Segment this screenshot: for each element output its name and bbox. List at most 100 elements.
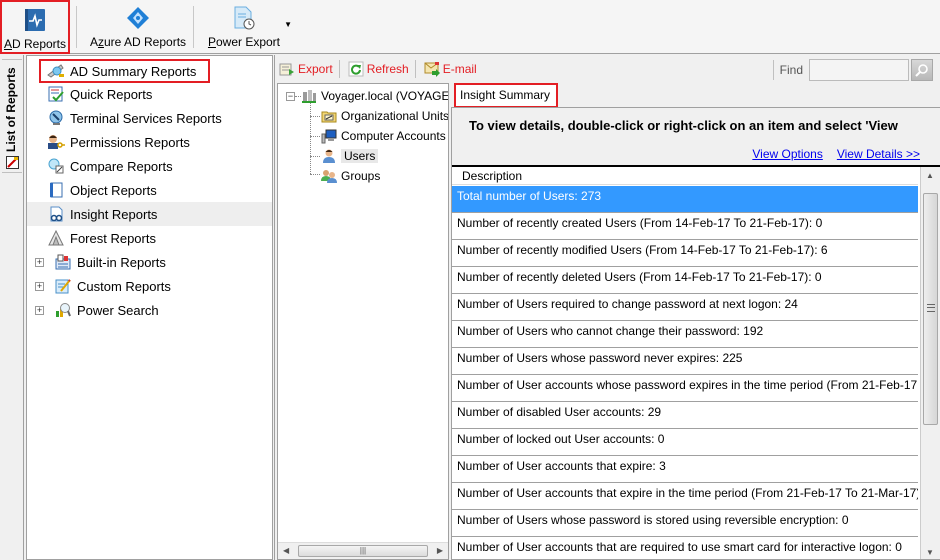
actions-toolbar: Export Refresh E-mail Find <box>275 55 940 83</box>
scroll-right-icon[interactable]: ▶ <box>437 546 443 555</box>
toolbar-separator <box>414 60 416 78</box>
report-item-label: Built-in Reports <box>77 254 166 270</box>
scrollbar-thumb[interactable]: ||| <box>298 545 428 557</box>
report-item-permissions[interactable]: Permissions Reports <box>27 130 272 154</box>
tree-line <box>310 102 311 174</box>
group-icon <box>321 170 337 183</box>
email-button[interactable]: E-mail <box>424 61 477 77</box>
azure-label: ure AD Reports <box>103 35 187 49</box>
tree-node-label: Users <box>341 149 379 163</box>
forest-icon <box>47 229 65 247</box>
tree-node-label: Voyager.local (VOYAGER) <box>321 89 449 103</box>
find-button[interactable] <box>911 59 933 81</box>
export-button[interactable]: Export <box>279 61 333 77</box>
table-row[interactable]: Number of User accounts that are require… <box>452 537 918 559</box>
report-item-built-in[interactable]: + Built-in Reports <box>27 250 272 274</box>
search-icon <box>915 64 928 77</box>
expand-icon[interactable]: + <box>35 305 44 315</box>
tree-node-ous[interactable]: Organizational Units <box>321 106 449 126</box>
scrollbar-thumb[interactable] <box>923 193 938 425</box>
ad-reports-icon <box>25 9 45 31</box>
refresh-button[interactable]: Refresh <box>348 61 409 77</box>
table-row[interactable]: Number of disabled User accounts: 29 <box>452 402 918 429</box>
report-item-object[interactable]: Object Reports <box>27 178 272 202</box>
report-item-terminal-services[interactable]: Terminal Services Reports <box>27 106 272 130</box>
table-row[interactable]: Number of User accounts whose password e… <box>452 375 918 402</box>
report-item-insight[interactable]: Insight Reports <box>27 202 272 226</box>
export-label: Export <box>298 62 333 76</box>
email-label: E-mail <box>442 62 477 76</box>
tree-node-domain[interactable]: − Voyager.local (VOYAGER) <box>286 86 449 106</box>
terminal-services-icon <box>47 109 65 127</box>
report-item-quick[interactable]: Quick Reports <box>27 82 272 106</box>
tree-node-computers[interactable]: Computer Accounts <box>321 126 446 146</box>
report-item-custom[interactable]: + Custom Reports <box>27 274 272 298</box>
app-window: AD Reports Azure AD Reports Power Export… <box>0 0 940 560</box>
table-row[interactable]: Number of recently deleted Users (From 1… <box>452 267 918 294</box>
tree-line <box>310 156 320 157</box>
reports-list-panel: AD Summary Reports Quick Reports Termina… <box>26 55 273 560</box>
export-icon <box>279 63 294 76</box>
list-of-reports-tab[interactable]: List of Reports <box>2 59 22 173</box>
report-item-label: Quick Reports <box>70 86 153 102</box>
column-header-description[interactable]: Description <box>452 167 918 185</box>
table-row[interactable]: Number of User accounts that expire: 3 <box>452 456 918 483</box>
table-row[interactable]: Number of locked out User accounts: 0 <box>452 429 918 456</box>
compare-icon <box>47 157 65 175</box>
toolbar-separator <box>338 60 340 78</box>
collapse-icon[interactable]: − <box>286 91 295 101</box>
quick-reports-icon <box>47 85 65 103</box>
azure-ad-reports-button[interactable]: Azure AD Reports <box>85 0 191 54</box>
azure-icon <box>127 7 149 29</box>
tree-line <box>310 174 320 175</box>
tree-node-label: Organizational Units <box>341 109 449 123</box>
report-item-label: AD Summary Reports <box>70 63 197 79</box>
table-row[interactable]: Number of User accounts that expire in t… <box>452 483 918 510</box>
power-search-icon <box>54 301 72 319</box>
view-details-link[interactable]: View Details >> <box>837 147 920 161</box>
report-item-forest[interactable]: Forest Reports <box>27 226 272 250</box>
tree-node-groups[interactable]: Groups <box>321 166 380 186</box>
report-item-label: Terminal Services Reports <box>70 110 222 126</box>
power-export-icon <box>234 6 255 30</box>
reports-tab-icon <box>6 156 19 169</box>
table-row[interactable]: Number of Users required to change passw… <box>452 294 918 321</box>
find-label: Find <box>779 63 803 77</box>
refresh-icon <box>348 61 364 77</box>
table-row[interactable]: Number of Users whose password never exp… <box>452 348 918 375</box>
report-item-label: Object Reports <box>70 182 157 198</box>
power-export-button[interactable]: Power Export ▼ <box>204 0 292 54</box>
table-row[interactable]: Number of Users whose password is stored… <box>452 510 918 537</box>
scroll-down-icon[interactable]: ▼ <box>926 548 934 557</box>
grid-vertical-scrollbar[interactable]: ▲ ▼ <box>920 167 940 559</box>
find-input[interactable] <box>809 59 909 81</box>
user-icon <box>323 149 335 163</box>
dropdown-caret-icon[interactable]: ▼ <box>284 20 292 29</box>
insight-summary-body: To view details, double-click or right-c… <box>451 107 940 560</box>
tree-node-users[interactable]: Users <box>321 146 379 166</box>
table-row[interactable]: Total number of Users: 273 <box>452 186 918 213</box>
scroll-up-icon[interactable]: ▲ <box>926 171 934 180</box>
table-row[interactable]: Number of recently created Users (From 1… <box>452 213 918 240</box>
view-options-link[interactable]: View Options <box>752 147 822 161</box>
report-item-compare[interactable]: Compare Reports <box>27 154 272 178</box>
ad-reports-label: D Reports <box>11 37 67 51</box>
tab-strip: Insight Summary <box>451 83 940 108</box>
folder-icon <box>321 111 337 123</box>
expand-icon[interactable]: + <box>35 257 44 267</box>
table-row[interactable]: Number of Users who cannot change their … <box>452 321 918 348</box>
tree-horizontal-scrollbar[interactable]: ◀ ||| ▶ <box>278 542 448 559</box>
ad-reports-button[interactable]: AD Reports <box>0 0 70 54</box>
main-area: Export Refresh E-mail Find − Voyager.loc… <box>274 55 940 560</box>
power-export-label: ower Export <box>215 35 281 49</box>
report-item-ad-summary[interactable]: AD Summary Reports <box>27 59 272 83</box>
summary-grid: Description Total number of Users: 273 Nu… <box>452 165 940 559</box>
table-row[interactable]: Number of recently modified Users (From … <box>452 240 918 267</box>
tab-insight-summary[interactable]: Insight Summary <box>454 83 559 108</box>
report-item-label: Insight Reports <box>70 206 158 222</box>
report-item-power-search[interactable]: + Power Search <box>27 298 272 322</box>
permissions-icon <box>47 133 65 151</box>
expand-icon[interactable]: + <box>35 281 44 291</box>
scroll-left-icon[interactable]: ◀ <box>283 546 289 555</box>
find-separator <box>772 60 774 80</box>
